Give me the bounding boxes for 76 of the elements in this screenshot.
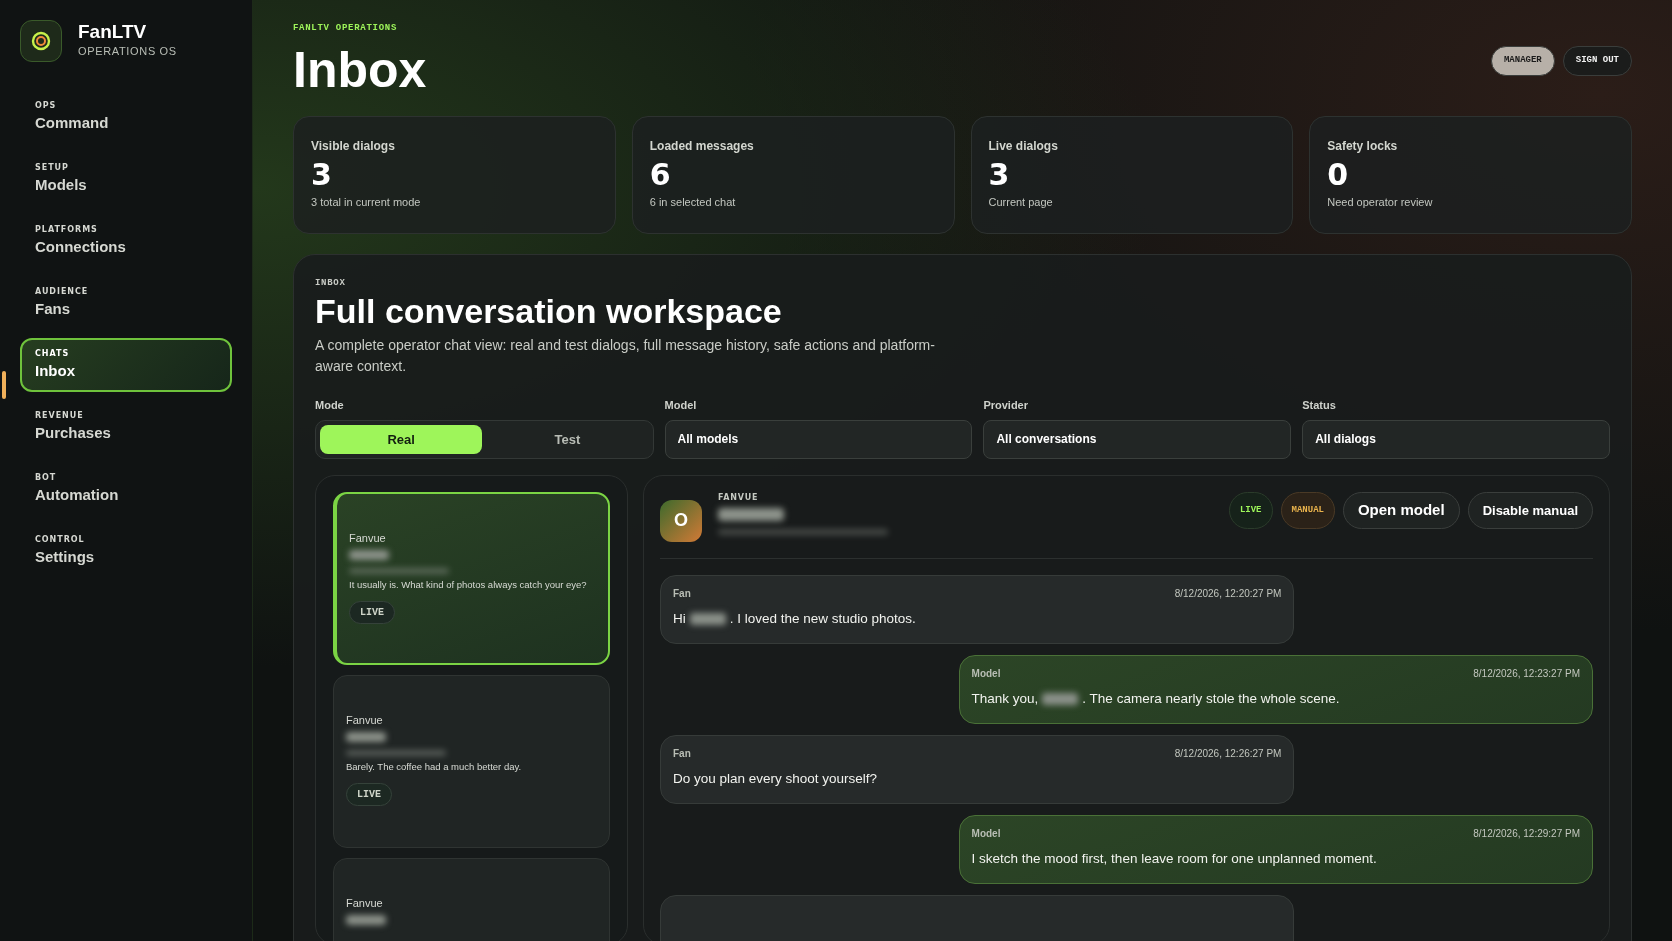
stat-label: Live dialogs [988,138,1059,155]
brand-subtitle: OPERATIONS OS [78,44,177,60]
conversation-card[interactable]: Fanvue [333,857,610,941]
page-title: Inbox [293,43,427,96]
select-field[interactable]: All models [664,419,973,459]
section-title: Full conversation workspace [315,290,783,332]
mode-option[interactable]: Test [486,424,649,454]
select-field[interactable]: All conversations [983,419,1292,459]
stat-note: Need operator review [1327,195,1434,210]
provider-label: Fanvue [346,712,384,728]
brand-name: FanLTV [78,22,148,44]
section-eyebrow: INBOX [315,277,347,290]
redacted-name [346,915,386,926]
provider-label: Fanvue [349,530,387,546]
stat-note: 6 in selected chat [649,195,737,210]
stat-value: 3 [311,156,333,194]
provider-label: Fanvue [346,895,384,911]
section-description: A complete operator chat view: real and test dialogs, full message history, safe actions and platform-aware context. [315,336,936,377]
nav-item[interactable]: CONTROL Settings [20,524,232,578]
nav-item[interactable]: AUDIENCE Fans [20,276,232,330]
message-time: 8/12/2026, 12:26:27 PM [1174,746,1282,761]
nav-item[interactable]: BOT Automation [20,462,232,516]
stat-value: 3 [988,156,1011,194]
status-tag: LIVE [349,600,395,624]
action-button[interactable]: Open model [1342,491,1460,529]
select-field[interactable]: All dialogs [1302,419,1610,459]
conversation-card[interactable]: Fanvue It usually is. What kind of photos always catch your eye? LIVE [333,491,610,665]
sign-out-button[interactable]: SIGN OUT [1562,46,1632,76]
filter-label: Status [1302,398,1337,414]
redacted-name [349,550,389,561]
message-author: Fan [673,586,691,601]
nav-item[interactable]: CHATS Inbox [20,338,232,392]
stat-label: Visible dialogs [311,138,396,155]
stat-value: 6 [649,156,672,194]
nav-item[interactable]: REVENUE Purchases [20,400,232,454]
message-time: 8/12/2026, 12:29:27 PM [1473,826,1580,841]
page-eyebrow: FANLTV OPERATIONS [293,22,399,35]
avatar: O [660,499,702,542]
filter-label: Provider [983,398,1029,414]
mode-option[interactable]: Real [320,424,483,454]
logo-icon [20,20,62,62]
message-text: Do you plan every shoot yourself? [673,769,879,788]
nav-item[interactable]: OPS Command [20,90,232,144]
conversation-card[interactable]: Fanvue Barely. The coffee had a much better day. LIVE [333,674,610,848]
message-time: 8/12/2026, 12:20:27 PM [1174,586,1282,601]
provider-label: FANVUE [718,491,760,504]
role-badge[interactable]: MANAGER [1490,46,1555,76]
nav-item[interactable]: PLATFORMS Connections [20,214,232,268]
redacted-name [346,732,386,743]
active-indicator [2,371,6,399]
action-button[interactable]: Disable manual [1467,491,1593,529]
stat-label: Loaded messages [649,138,755,155]
stat-value: 0 [1327,156,1350,194]
stat-note: 3 total in current mode [311,195,422,210]
message-author: Fan [673,746,691,761]
status-badge: MANUAL [1280,491,1335,529]
stat-label: Safety locks [1327,138,1399,155]
message-text: . I loved the new studio photos. [729,609,916,628]
message-time: 8/12/2026, 12:23:27 PM [1473,666,1580,681]
message-text: I sketch the mood first, then leave room for one unplanned moment. [971,849,1378,868]
message-text: Thank you, [971,689,1039,708]
redacted-name [1042,692,1079,705]
message-preview: It usually is. What kind of photos always catch your eye? [349,578,588,593]
filter-label: Mode [315,398,345,414]
filter-label: Model [664,398,698,414]
message-text: . The camera nearly stole the whole scene. [1082,689,1340,708]
message-author: Model [971,666,1001,681]
status-badge: LIVE [1228,491,1273,529]
message-author: Model [971,826,1001,841]
status-tag: LIVE [346,782,392,806]
redacted-name [689,612,726,625]
message-text: Hi [673,609,686,628]
stat-note: Current page [988,195,1054,210]
message-preview: Barely. The coffee had a much better day. [346,760,523,775]
redacted-name [718,507,784,521]
nav-item[interactable]: SETUP Models [20,152,232,206]
